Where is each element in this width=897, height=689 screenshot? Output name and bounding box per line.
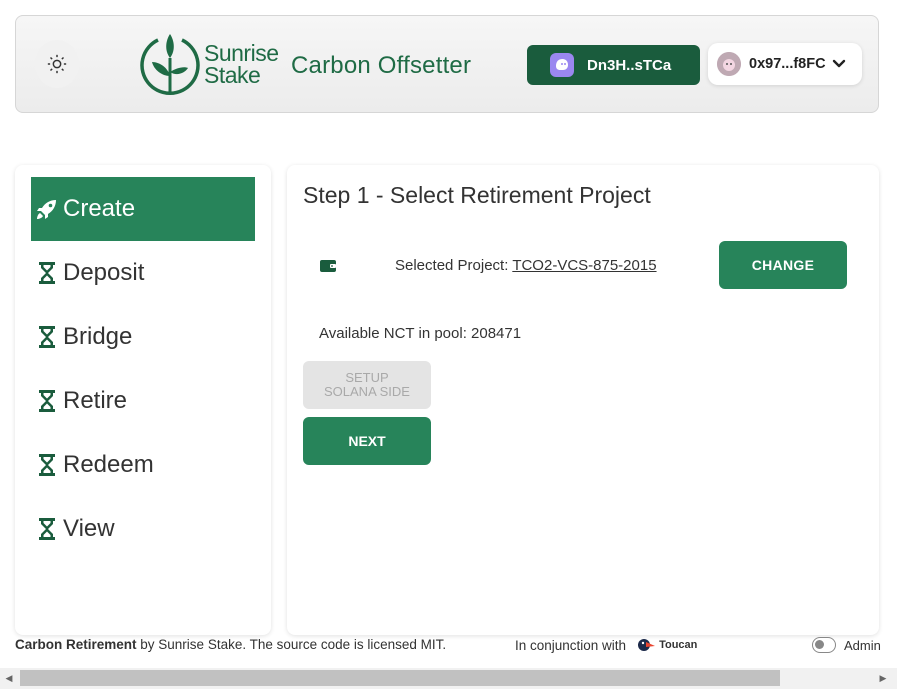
sun-icon — [47, 54, 67, 74]
hourglass-icon — [31, 325, 63, 349]
footer-credit: Carbon Retirement by Sunrise Stake. The … — [15, 637, 446, 652]
sidebar-item-label: View — [63, 515, 115, 542]
sidebar-item-retire[interactable]: Retire — [31, 369, 255, 433]
page-title: Step 1 - Select Retirement Project — [303, 182, 651, 208]
toucan-bird-icon — [638, 639, 656, 651]
hourglass-icon — [31, 389, 63, 413]
app-title: Carbon Offsetter — [291, 52, 472, 79]
sidebar-nav: Create Deposit Bridge Retire Redeem View — [15, 165, 271, 635]
solana-wallet-button[interactable]: Dn3H..sTCa — [527, 45, 700, 85]
rocket-icon — [31, 197, 63, 221]
toucan-logo[interactable]: Toucan — [638, 637, 697, 653]
next-button[interactable]: NEXT — [303, 417, 431, 465]
app-header: Sunrise Stake Carbon Offsetter Dn3H..sTC… — [15, 15, 879, 113]
sidebar-item-label: Bridge — [63, 323, 133, 350]
theme-toggle-button[interactable] — [35, 40, 79, 88]
wallet-icon — [319, 258, 337, 279]
conjunction-text: In conjunction with — [515, 637, 627, 653]
sunrise-stake-logo: Sunrise Stake — [140, 32, 279, 96]
scrollbar-thumb[interactable] — [20, 670, 780, 686]
hourglass-icon — [31, 453, 63, 477]
available-nct-text: Available NCT in pool: 208471 — [319, 325, 522, 342]
change-project-button[interactable]: CHANGE — [719, 241, 847, 289]
scroll-right-arrow-icon[interactable]: ▶ — [878, 672, 888, 684]
eth-address-label: 0x97...f8FC — [749, 56, 826, 72]
setup-label-line-2: SOLANA SIDE — [324, 384, 410, 399]
footer-partner: In conjunction with Toucan — [515, 637, 697, 653]
chevron-down-icon — [832, 59, 845, 68]
footer-brand: Carbon Retirement — [15, 637, 137, 652]
sidebar-item-deposit[interactable]: Deposit — [31, 241, 255, 305]
toucan-label: Toucan — [659, 639, 698, 651]
admin-toggle[interactable] — [812, 637, 836, 653]
sidebar-item-label: Redeem — [63, 451, 154, 478]
sidebar-item-view[interactable]: View — [31, 497, 255, 561]
eth-account-button[interactable]: 0x97...f8FC — [708, 43, 862, 85]
footer-credit-text: by Sunrise Stake. The source code is lic… — [136, 637, 447, 652]
wallet-address-label: Dn3H..sTCa — [587, 56, 672, 74]
sidebar-item-label: Deposit — [63, 259, 145, 286]
logo-line-1: Sunrise — [204, 40, 279, 66]
setup-label-line-1: SETUP — [345, 370, 389, 385]
hourglass-icon — [31, 261, 63, 285]
selected-project-label: Selected Project: — [395, 257, 509, 274]
selected-project: Selected Project: TCO2-VCS-875-2015 — [395, 257, 657, 274]
main-panel: Step 1 - Select Retirement Project Selec… — [287, 165, 879, 635]
account-avatar — [717, 52, 741, 76]
hourglass-icon — [31, 517, 63, 541]
setup-solana-side-button: SETUP SOLANA SIDE — [303, 361, 431, 409]
selected-project-link[interactable]: TCO2-VCS-875-2015 — [512, 257, 656, 274]
sidebar-item-label: Create — [63, 195, 136, 222]
phantom-wallet-icon — [550, 53, 574, 77]
logo-line-2: Stake — [204, 62, 261, 88]
toggle-knob — [815, 640, 824, 649]
scroll-left-arrow-icon[interactable]: ◀ — [4, 672, 14, 684]
sidebar-item-create[interactable]: Create — [31, 177, 255, 241]
admin-label: Admin — [844, 638, 881, 653]
sidebar-item-bridge[interactable]: Bridge — [31, 305, 255, 369]
sprout-logo-icon — [140, 34, 200, 95]
sidebar-item-label: Retire — [63, 387, 128, 414]
horizontal-scrollbar[interactable]: ◀ ▶ — [0, 668, 897, 689]
sidebar-item-redeem[interactable]: Redeem — [31, 433, 255, 497]
